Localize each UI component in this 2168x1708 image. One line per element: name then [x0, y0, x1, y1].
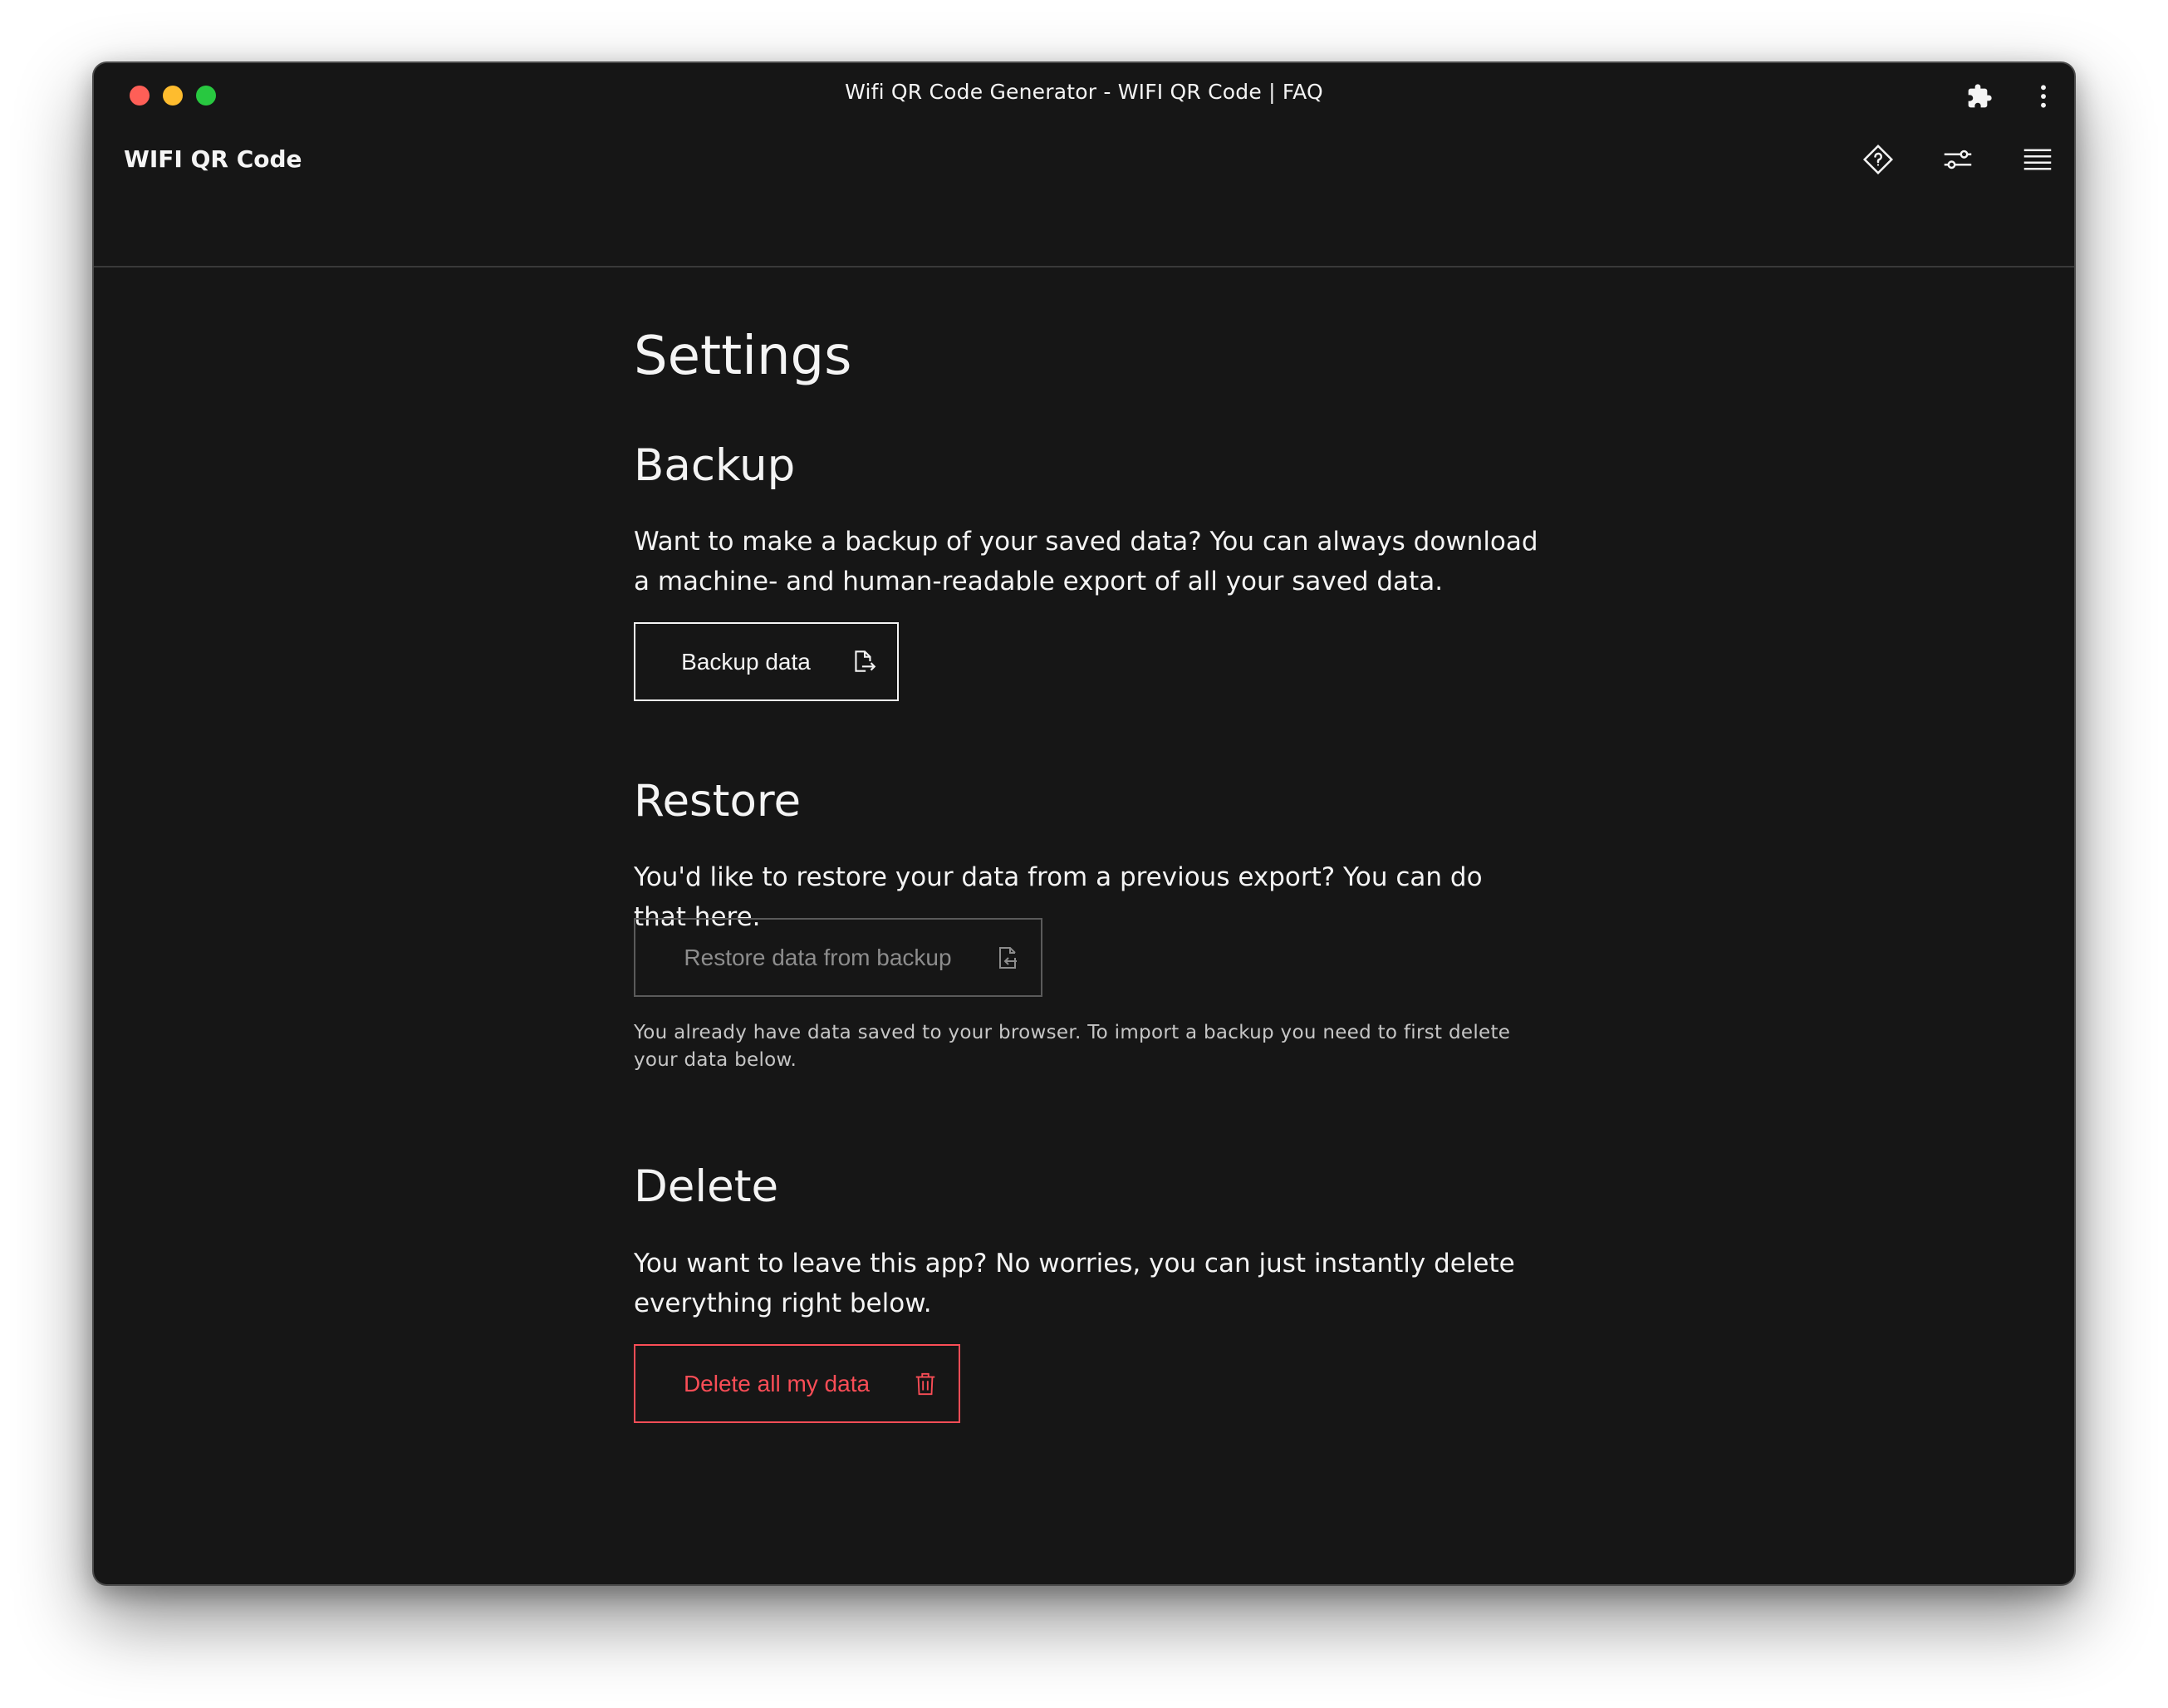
restore-button-label: Restore data from backup [684, 944, 952, 970]
backup-data-button[interactable]: Backup data [634, 622, 899, 701]
delete-button-label: Delete all my data [683, 1370, 871, 1396]
backup-description: Want to make a backup of your saved data… [634, 527, 1538, 596]
delete-all-data-button[interactable]: Delete all my data [634, 1344, 960, 1423]
restore-data-button[interactable]: Restore data from backup [634, 918, 1042, 997]
restore-heading: Restore [634, 776, 802, 827]
window-titlebar: Wifi QR Code Generator - WIFI QR Code | … [94, 63, 2074, 130]
app-brand-name[interactable]: WIFI QR Code [124, 145, 302, 173]
app-header: WIFI QR Code [94, 130, 2074, 267]
trash-icon [892, 1372, 959, 1396]
help-diamond-icon[interactable] [1858, 140, 1898, 179]
page-title: Settings [634, 326, 852, 387]
document-import-icon [974, 945, 1041, 971]
restore-helper-text: You already have data saved to your brow… [634, 1022, 1511, 1071]
hamburger-menu-icon[interactable] [2018, 140, 2058, 179]
delete-heading: Delete [634, 1161, 779, 1212]
vertical-dots-icon[interactable] [2027, 80, 2060, 113]
sliders-icon[interactable] [1938, 140, 1978, 179]
browser-window: Wifi QR Code Generator - WIFI QR Code | … [92, 61, 2076, 1586]
delete-description: You want to leave this app? No worries, … [634, 1249, 1515, 1318]
backup-button-label: Backup data [681, 648, 811, 675]
puzzle-icon[interactable] [1963, 80, 1996, 113]
window-title: Wifi QR Code Generator - WIFI QR Code | … [845, 80, 1323, 104]
document-export-icon [831, 648, 897, 676]
backup-heading: Backup [634, 440, 796, 491]
